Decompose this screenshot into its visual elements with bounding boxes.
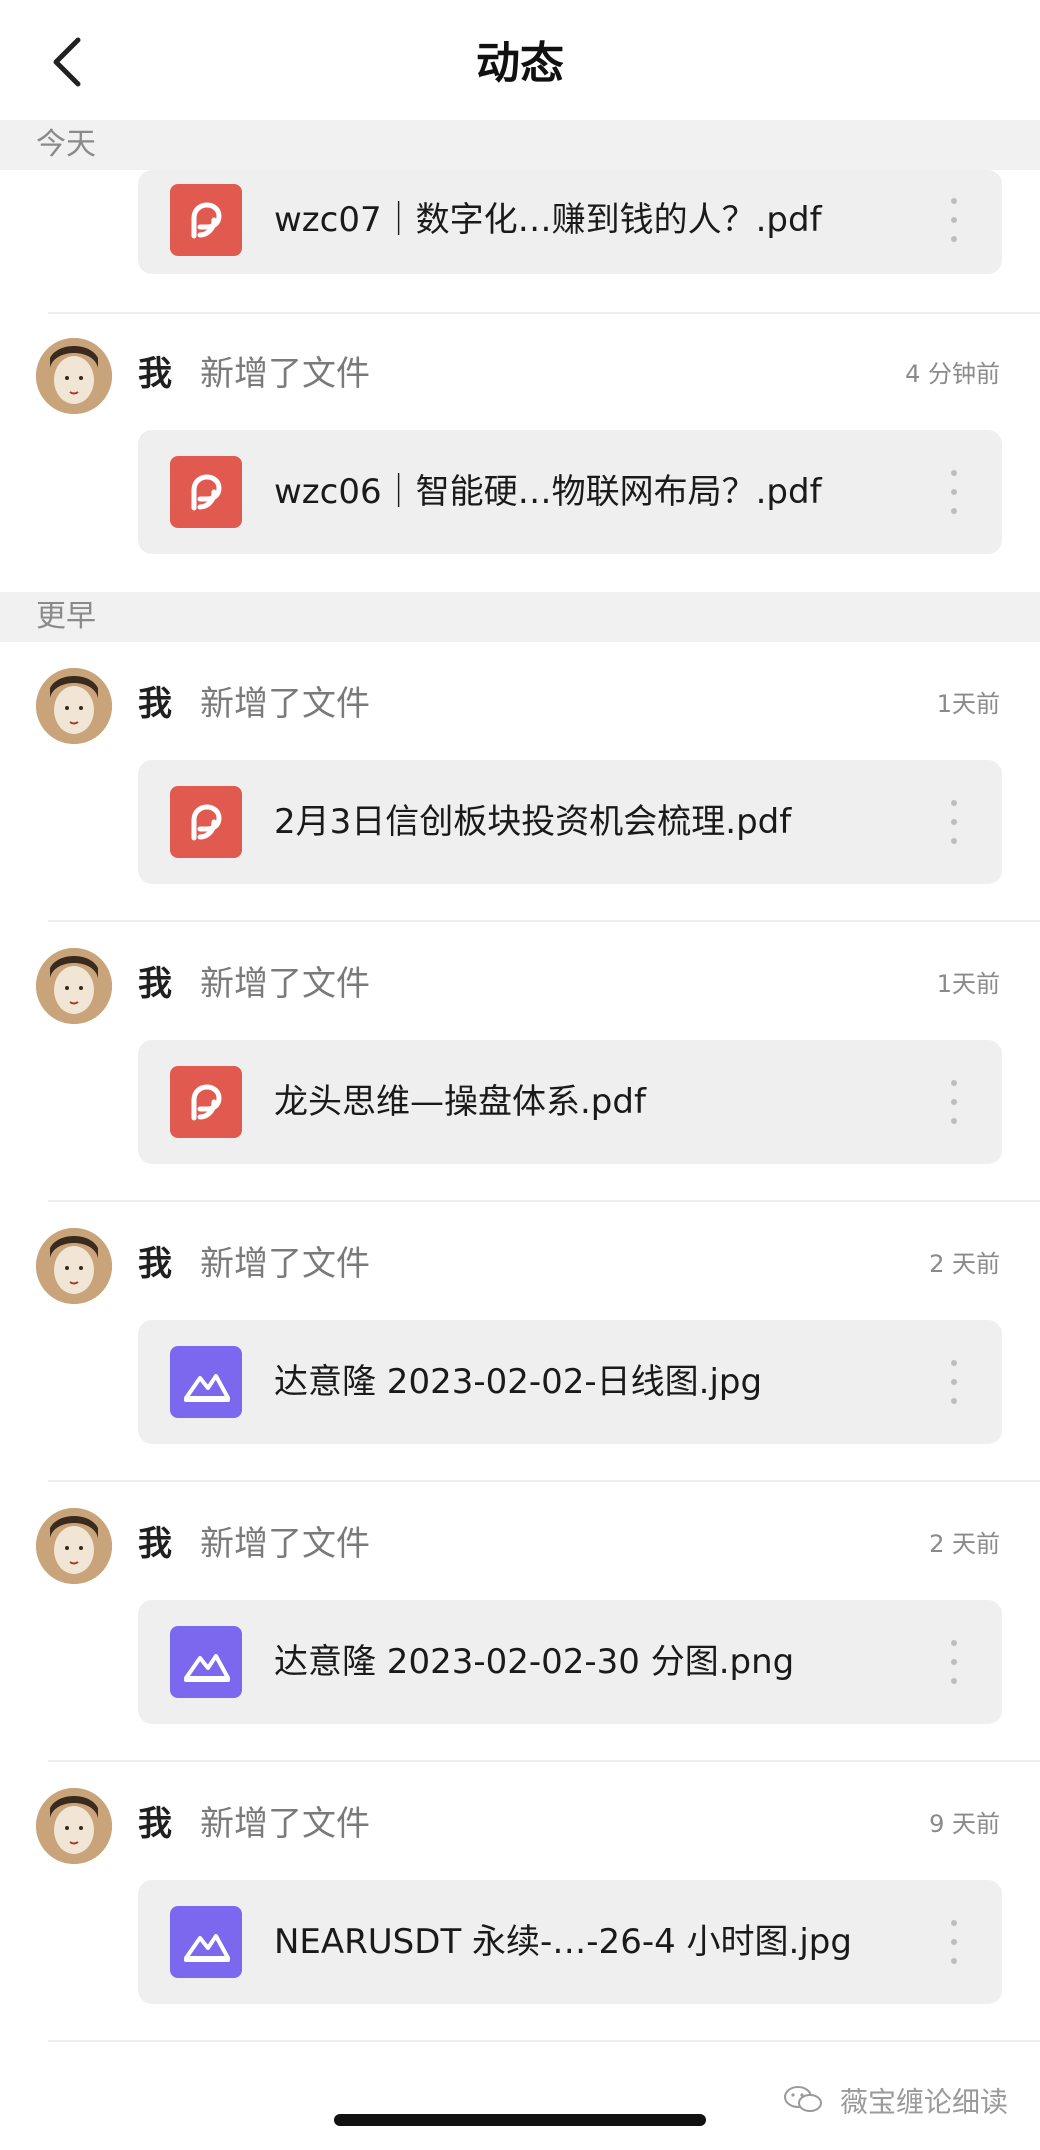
avatar[interactable] <box>36 1508 112 1584</box>
pdf-icon <box>170 456 242 528</box>
dot-icon <box>951 1920 957 1926</box>
dot-icon <box>951 838 957 844</box>
action-text: 新增了文件 <box>200 1804 370 1844</box>
file-card[interactable]: wzc06｜智能硬…物联网布局？.pdf <box>138 430 1002 554</box>
activity-item: wzc07｜数字化…赚到钱的人？.pdf <box>0 170 1040 320</box>
image-icon <box>170 1346 242 1418</box>
activity-page: 动态 今天 wzc07｜数字化…赚到钱的人？.pdf 我 新增了文件 4 分钟前… <box>0 0 1040 2150</box>
timestamp: 4 分钟前 <box>905 360 1000 388</box>
watermark-text: 薇宝缠论细读 <box>839 2085 1008 2119</box>
file-card[interactable]: NEARUSDT 永续-…-26-4 小时图.jpg <box>138 1880 1002 2004</box>
page-title: 动态 <box>476 38 564 89</box>
file-card[interactable]: 达意隆 2023-02-02-30 分图.png <box>138 1600 1002 1724</box>
action-text: 新增了文件 <box>200 684 370 724</box>
actor-name: 我 <box>138 964 172 1004</box>
dot-icon <box>951 470 957 476</box>
dot-icon <box>951 1939 957 1945</box>
dot-icon <box>951 1379 957 1385</box>
avatar[interactable] <box>36 948 112 1024</box>
dot-icon <box>951 1659 957 1665</box>
timestamp: 2 天前 <box>929 1530 1000 1558</box>
more-options-button[interactable] <box>946 1916 962 1968</box>
dot-icon <box>951 800 957 806</box>
pdf-icon <box>170 1066 242 1138</box>
divider <box>48 312 1040 314</box>
divider <box>48 1760 1040 1762</box>
activity-item: 我 新增了文件 4 分钟前 wzc06｜智能硬…物联网布局？.pdf <box>0 330 1040 590</box>
more-options-button[interactable] <box>946 1636 962 1688</box>
actor-name: 我 <box>138 1244 172 1284</box>
dot-icon <box>951 489 957 495</box>
actor-name: 我 <box>138 1804 172 1844</box>
dot-icon <box>951 1360 957 1366</box>
more-options-button[interactable] <box>946 1076 962 1128</box>
dot-icon <box>951 1640 957 1646</box>
avatar[interactable] <box>36 668 112 744</box>
dot-icon <box>951 508 957 514</box>
home-indicator[interactable] <box>334 2114 706 2126</box>
image-icon <box>170 1906 242 1978</box>
dot-icon <box>951 1958 957 1964</box>
dot-icon <box>951 217 957 223</box>
more-options-button[interactable] <box>946 194 962 246</box>
divider <box>48 2040 1040 2042</box>
activity-item: 我 新增了文件 1天前 2月3日信创板块投资机会梳理.pdf <box>0 660 1040 930</box>
action-text: 新增了文件 <box>200 354 370 394</box>
action-text: 新增了文件 <box>200 1244 370 1284</box>
file-name: NEARUSDT 永续-…-26-4 小时图.jpg <box>274 1922 852 1962</box>
avatar[interactable] <box>36 1788 112 1864</box>
timestamp: 9 天前 <box>929 1810 1000 1838</box>
activity-item: 我 新增了文件 2 天前 达意隆 2023-02-02-30 分图.png <box>0 1500 1040 1770</box>
actor-name: 我 <box>138 354 172 394</box>
section-header-today: 今天 <box>0 120 1040 170</box>
file-name: 龙头思维—操盘体系.pdf <box>274 1082 646 1122</box>
divider <box>48 920 1040 922</box>
pdf-icon <box>170 184 242 256</box>
dot-icon <box>951 1080 957 1086</box>
file-name: 2月3日信创板块投资机会梳理.pdf <box>274 802 792 842</box>
watermark: 薇宝缠论细读 <box>783 2084 1008 2123</box>
image-icon <box>170 1626 242 1698</box>
dot-icon <box>951 198 957 204</box>
dot-icon <box>951 236 957 242</box>
file-card[interactable]: 达意隆 2023-02-02-日线图.jpg <box>138 1320 1002 1444</box>
activity-item: 我 新增了文件 9 天前 NEARUSDT 永续-…-26-4 小时图.jpg <box>0 1780 1040 2050</box>
file-card[interactable]: 2月3日信创板块投资机会梳理.pdf <box>138 760 1002 884</box>
timestamp: 1天前 <box>936 690 1000 718</box>
dot-icon <box>951 1678 957 1684</box>
dot-icon <box>951 1398 957 1404</box>
more-options-button[interactable] <box>946 1356 962 1408</box>
file-name: 达意隆 2023-02-02-日线图.jpg <box>274 1362 763 1402</box>
dot-icon <box>951 819 957 825</box>
wechat-icon <box>783 2084 823 2123</box>
pdf-icon <box>170 786 242 858</box>
more-options-button[interactable] <box>946 796 962 848</box>
avatar[interactable] <box>36 338 112 414</box>
dot-icon <box>951 1118 957 1124</box>
file-name: wzc07｜数字化…赚到钱的人？.pdf <box>274 200 822 240</box>
action-text: 新增了文件 <box>200 964 370 1004</box>
timestamp: 1天前 <box>936 970 1000 998</box>
dot-icon <box>951 1099 957 1105</box>
action-text: 新增了文件 <box>200 1524 370 1564</box>
file-card[interactable]: 龙头思维—操盘体系.pdf <box>138 1040 1002 1164</box>
activity-item: 我 新增了文件 1天前 龙头思维—操盘体系.pdf <box>0 940 1040 1210</box>
nav-bar: 动态 <box>0 0 1040 120</box>
divider <box>48 1480 1040 1482</box>
actor-name: 我 <box>138 684 172 724</box>
timestamp: 2 天前 <box>929 1250 1000 1278</box>
divider <box>48 1200 1040 1202</box>
activity-item: 我 新增了文件 2 天前 达意隆 2023-02-02-日线图.jpg <box>0 1220 1040 1490</box>
avatar[interactable] <box>36 1228 112 1304</box>
section-header-earlier: 更早 <box>0 592 1040 642</box>
file-name: wzc06｜智能硬…物联网布局？.pdf <box>274 472 822 512</box>
file-name: 达意隆 2023-02-02-30 分图.png <box>274 1642 795 1682</box>
file-card[interactable]: wzc07｜数字化…赚到钱的人？.pdf <box>138 170 1002 274</box>
more-options-button[interactable] <box>946 466 962 518</box>
actor-name: 我 <box>138 1524 172 1564</box>
